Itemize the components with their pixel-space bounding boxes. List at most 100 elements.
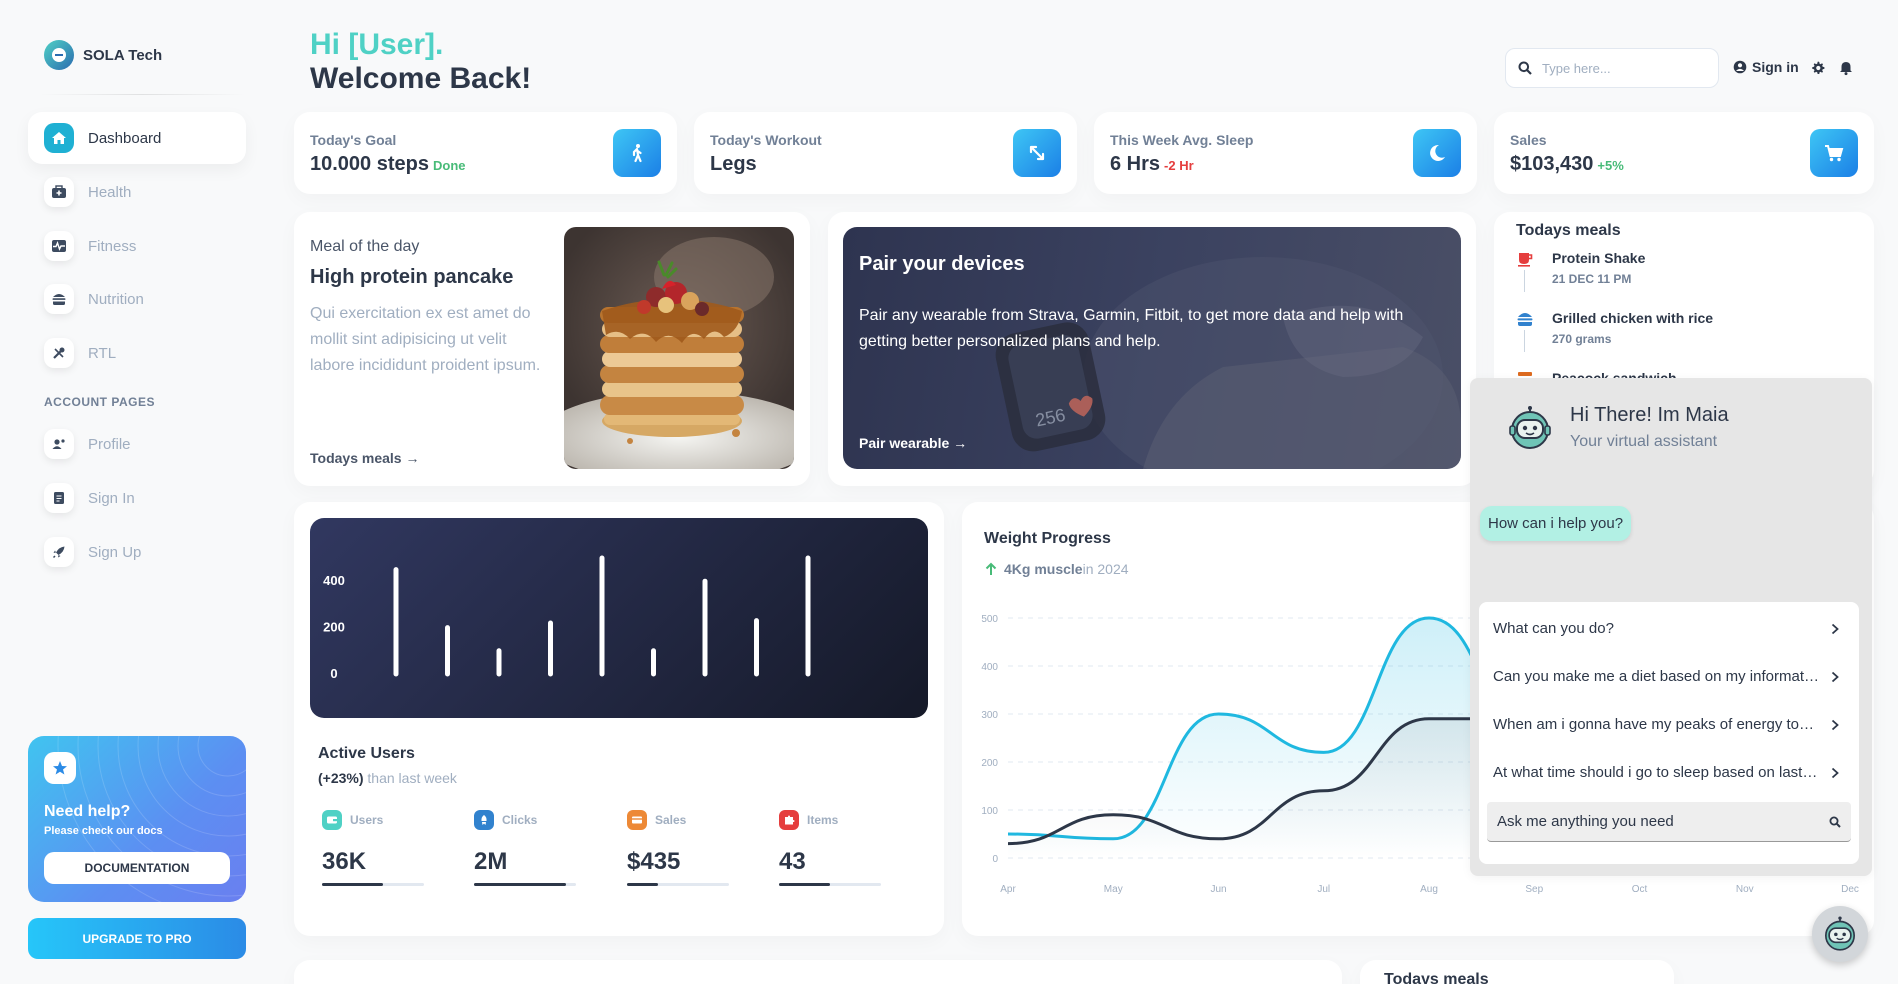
sidebar-item-label: Sign Up	[88, 543, 142, 561]
question-item[interactable]: At what time should i go to sleep based …	[1493, 764, 1841, 781]
timeline-line	[1524, 270, 1525, 292]
sidebar-item-profile[interactable]: Profile	[28, 418, 246, 470]
signin-link[interactable]: Sign in	[1733, 59, 1799, 75]
pair-wearable-link[interactable]: Pair wearable →	[859, 435, 967, 451]
assistant-toggle-button[interactable]	[1812, 906, 1868, 962]
divider	[40, 94, 245, 95]
heartbeat-icon	[44, 231, 74, 261]
stat-label: Sales	[1510, 132, 1547, 148]
stat-card-sales: Sales $103,430 +5%	[1494, 112, 1874, 194]
card-icon	[627, 810, 647, 830]
chat-input-box[interactable]	[1487, 802, 1851, 842]
sidebar-item-label: Profile	[88, 435, 131, 453]
home-icon	[44, 123, 74, 153]
search-box[interactable]	[1505, 48, 1719, 88]
y-tick-label: 500	[981, 614, 998, 625]
meal-description: Qui exercitation ex est amet do mollit s…	[310, 305, 541, 374]
y-tick-label: 200	[323, 620, 345, 635]
stat-delta: -2 Hr	[1164, 158, 1194, 173]
metric-progress	[627, 883, 729, 886]
metric-progress-fill	[779, 883, 830, 886]
sidebar-item-nutrition[interactable]: Nutrition	[28, 273, 246, 325]
assistant-name: Hi There! Im Maia	[1570, 404, 1729, 426]
y-tick-label: 400	[981, 662, 998, 673]
stat-value: $103,430 +5%	[1510, 153, 1624, 176]
chevron-right-icon	[1831, 719, 1839, 731]
stat-delta: +5%	[1597, 158, 1624, 173]
suggested-questions: What can you do? Can you make me a diet …	[1479, 602, 1859, 864]
sidebar-item-fitness[interactable]: Fitness	[28, 220, 246, 272]
burger-icon	[1517, 313, 1533, 326]
question-item[interactable]: What can you do?	[1493, 620, 1841, 637]
metric-value: 43	[779, 848, 806, 875]
metric-value: $435	[627, 848, 681, 875]
question-item[interactable]: Can you make me a diet based on my infor…	[1493, 668, 1841, 685]
todays-meals-link[interactable]: Todays meals →	[310, 450, 419, 466]
stat-value-text: $103,430	[1510, 153, 1594, 175]
sidebar-item-signup[interactable]: Sign Up	[28, 526, 246, 578]
meal-item[interactable]: Protein Shake 21 DEC 11 PM	[1516, 250, 1645, 286]
documentation-button[interactable]: DOCUMENTATION	[44, 852, 230, 884]
robot-icon	[1825, 916, 1855, 951]
metric-label: Users	[350, 813, 384, 827]
y-tick-label: 300	[981, 710, 998, 721]
walking-icon	[613, 129, 661, 177]
star-icon	[44, 752, 76, 784]
upgrade-button[interactable]: UPGRADE TO PRO	[28, 918, 246, 959]
cup-icon	[1518, 253, 1533, 267]
stat-label: Today's Workout	[710, 132, 822, 148]
sidebar-item-label: Dashboard	[88, 129, 162, 147]
metric-progress	[474, 883, 576, 886]
sidebar-item-label: Fitness	[88, 237, 137, 255]
bottom-card-title: Todays meals	[1384, 971, 1489, 984]
chevron-right-icon	[1831, 623, 1839, 635]
cart-icon	[1810, 129, 1858, 177]
question-text: Can you make me a diet based on my infor…	[1493, 668, 1833, 685]
y-tick-label: 0	[992, 854, 998, 865]
sidebar-item-rtl[interactable]: RTL	[28, 327, 246, 379]
meal-of-day-card: Meal of the day High protein pancake Qui…	[294, 212, 810, 486]
metric-progress-fill	[474, 883, 566, 886]
x-tick-label: Jul	[1317, 884, 1330, 895]
question-item[interactable]: When am i gonna have my peaks of energy …	[1493, 716, 1841, 733]
sidebar-item-signin[interactable]: Sign In	[28, 472, 246, 524]
sidebar-item-dashboard[interactable]: Dashboard	[28, 112, 246, 164]
brand-name: SOLA Tech	[83, 46, 163, 64]
brand-logo-icon	[44, 40, 74, 70]
burger-icon	[44, 284, 74, 314]
wallet-icon	[322, 810, 342, 830]
brand[interactable]: SOLA Tech	[44, 40, 162, 70]
stat-value-text: 6 Hrs	[1110, 153, 1161, 175]
bottom-card	[294, 960, 1342, 984]
x-tick-label: Nov	[1736, 884, 1754, 895]
search-icon	[1518, 61, 1532, 75]
active-users-subtitle: (+23%) than last week	[318, 770, 457, 786]
gear-icon[interactable]	[1810, 60, 1826, 76]
meal-item[interactable]: Grilled chicken with rice 270 grams	[1516, 310, 1713, 346]
sidebar-item-health[interactable]: Health	[28, 166, 246, 218]
question-text: When am i gonna have my peaks of energy …	[1493, 716, 1824, 733]
x-tick-label: May	[1104, 884, 1123, 895]
bell-icon[interactable]	[1838, 60, 1854, 76]
metric-clicks: Clicks 2M	[474, 810, 584, 886]
stat-label: Today's Goal	[310, 132, 397, 148]
search-input[interactable]	[1542, 60, 1702, 76]
bottom-todays-meals-card: Todays meals	[1360, 960, 1674, 984]
robot-avatar-icon	[1509, 406, 1551, 449]
help-subtitle: Please check our docs	[44, 825, 163, 837]
stat-card-goal: Today's Goal 10.000 steps Done	[294, 112, 677, 194]
rocket-icon	[474, 810, 494, 830]
meal-detail: 21 DEC 11 PM	[1552, 272, 1632, 286]
meal-name: Protein Shake	[1552, 250, 1646, 266]
sidebar-item-label: Nutrition	[88, 290, 144, 308]
pair-devices-card: 256 Pair your devices Pair any wearable …	[828, 212, 1476, 486]
chat-input[interactable]	[1497, 813, 1829, 830]
todays-meals-title: Todays meals	[1516, 222, 1621, 239]
moon-icon	[1413, 129, 1461, 177]
active-users-bar-chart: 0 200 400	[323, 555, 811, 681]
active-users-change: (+23%)	[318, 770, 364, 786]
x-tick-label: Apr	[1000, 884, 1016, 895]
active-users-chart: 0 200 400	[310, 518, 928, 718]
search-icon[interactable]	[1829, 816, 1841, 828]
section-label-account: ACCOUNT PAGES	[44, 395, 155, 409]
